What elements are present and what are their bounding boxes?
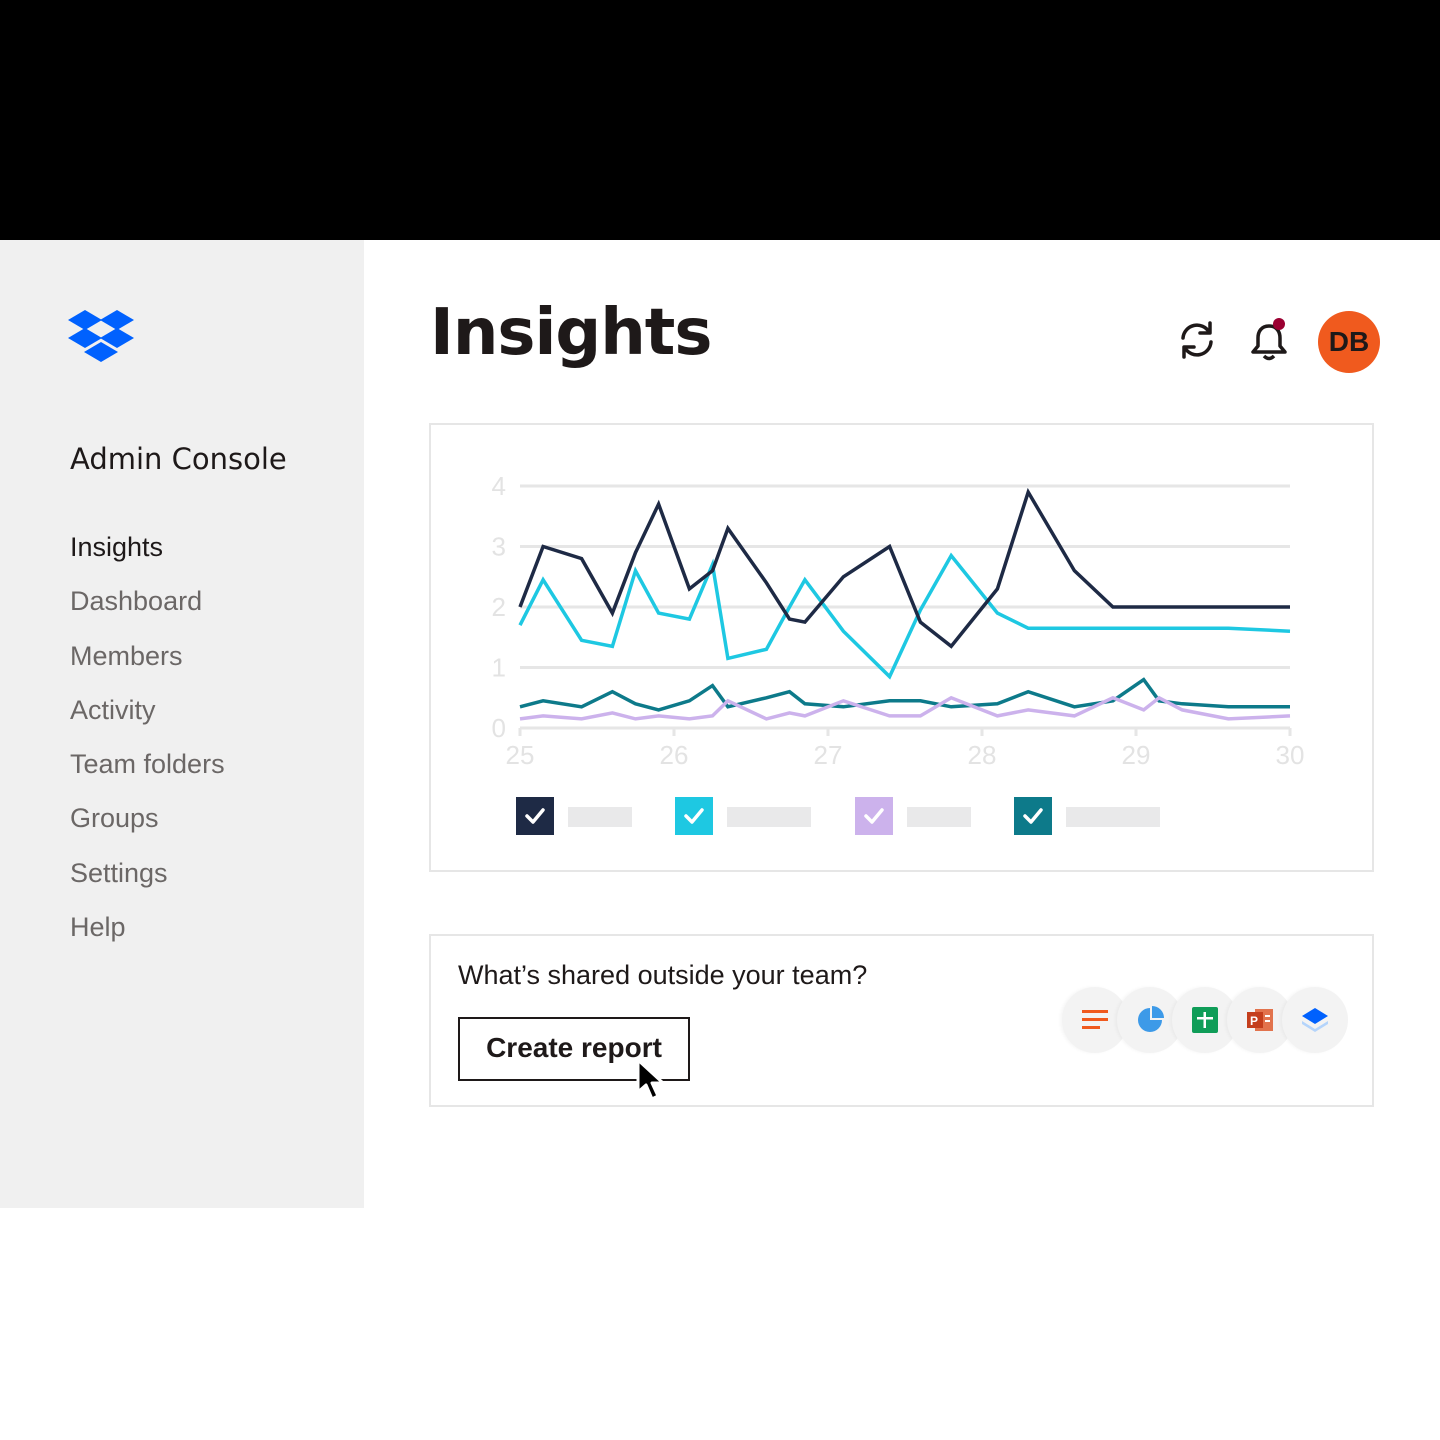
- y-tick-label-0: 0: [492, 713, 506, 743]
- check-icon: [684, 808, 704, 824]
- y-tick-label-4: 4: [492, 471, 506, 501]
- sync-icon[interactable]: [1175, 318, 1219, 362]
- sidebar-item-settings[interactable]: Settings: [70, 853, 225, 907]
- legend-label-placeholder: [727, 807, 811, 827]
- legend-checkbox-series-3[interactable]: [855, 797, 893, 835]
- top-black-bar: [0, 0, 1440, 240]
- page-title: Insights: [430, 296, 712, 370]
- sidebar-item-groups[interactable]: Groups: [70, 798, 225, 852]
- check-icon: [525, 808, 545, 824]
- series-line-2: [518, 552, 1291, 680]
- y-tick-label-1: 1: [492, 653, 506, 683]
- notification-dot: [1273, 318, 1285, 330]
- legend-checkbox-series-4[interactable]: [1014, 797, 1052, 835]
- y-tick-label-2: 2: [492, 592, 506, 622]
- sidebar-item-activity[interactable]: Activity: [70, 690, 225, 744]
- x-tick-label-5: 30: [1276, 740, 1305, 770]
- sidebar-item-dashboard[interactable]: Dashboard: [70, 581, 225, 635]
- legend-label-placeholder: [1066, 807, 1160, 827]
- console-title: Admin Console: [70, 442, 287, 476]
- x-tick-label-3: 28: [968, 740, 997, 770]
- check-icon: [864, 808, 884, 824]
- dropbox-logo-icon[interactable]: [68, 310, 134, 366]
- legend-label-placeholder: [568, 807, 632, 827]
- dropbox-stack-icon: [1282, 987, 1348, 1053]
- file-type-icons: P: [1062, 987, 1352, 1055]
- sidebar-item-insights[interactable]: Insights: [70, 527, 225, 581]
- svg-text:P: P: [1250, 1014, 1258, 1028]
- check-icon: [1023, 808, 1043, 824]
- bell-icon[interactable]: [1247, 318, 1291, 362]
- x-tick-label-4: 29: [1122, 740, 1151, 770]
- y-tick-label-3: 3: [492, 532, 506, 562]
- mouse-cursor-icon: [635, 1058, 669, 1106]
- avatar[interactable]: DB: [1318, 311, 1380, 373]
- x-tick-label-2: 27: [814, 740, 843, 770]
- legend-checkbox-series-2[interactable]: [675, 797, 713, 835]
- legend-label-placeholder: [907, 807, 971, 827]
- sidebar-nav: Insights Dashboard Members Activity Team…: [70, 527, 225, 961]
- legend-checkbox-series-1[interactable]: [516, 797, 554, 835]
- x-tick-label-1: 26: [660, 740, 689, 770]
- sidebar-item-team-folders[interactable]: Team folders: [70, 744, 225, 798]
- sidebar-item-help[interactable]: Help: [70, 907, 225, 961]
- insights-chart-card: 0 1 2 3 4 25 26 27 28 29 30: [429, 423, 1374, 872]
- x-tick-label-0: 25: [506, 740, 535, 770]
- shared-outside-question: What’s shared outside your team?: [458, 960, 868, 990]
- sidebar-item-members[interactable]: Members: [70, 636, 225, 690]
